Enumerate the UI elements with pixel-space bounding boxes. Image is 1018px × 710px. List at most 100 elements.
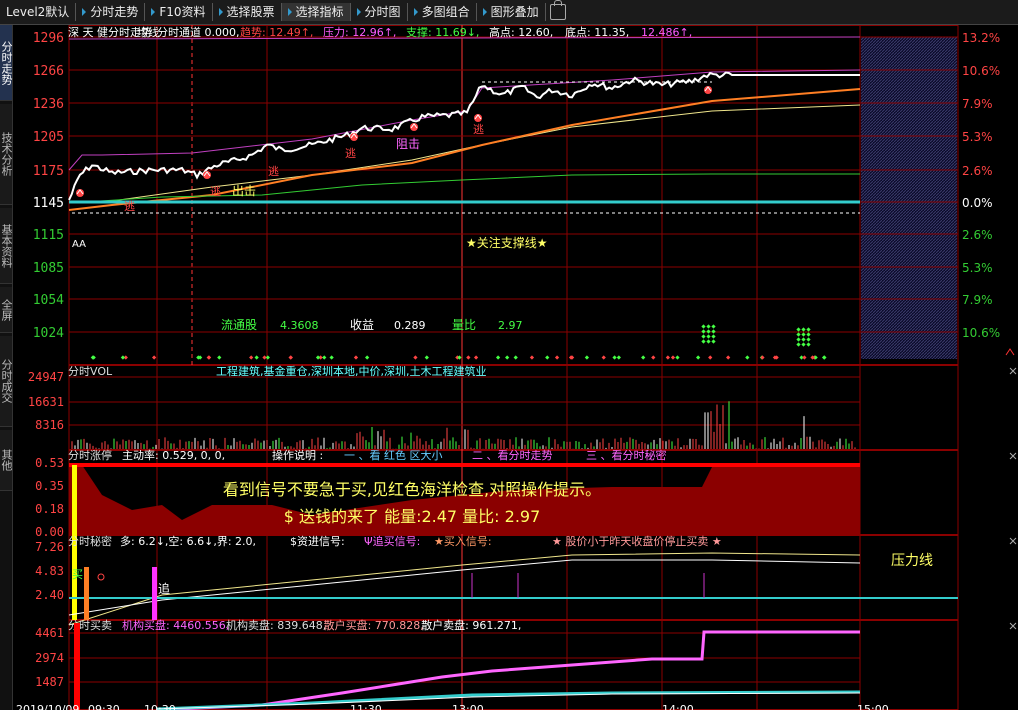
avg-line [68, 104, 861, 204]
marker-diamond-50 [760, 355, 765, 360]
marker-diamond-23 [206, 355, 211, 360]
mimi-title: 分时秘密 [68, 534, 112, 548]
side-tab-4[interactable]: 分时成交 [0, 336, 13, 427]
marker-diamond-47 [641, 355, 646, 360]
marker-diamond-28 [529, 355, 535, 360]
cluster-diamond [796, 342, 801, 347]
vol-tick-2: 8316 [35, 418, 64, 432]
time-tick-2: 11:30 [350, 703, 382, 710]
side-tab-2[interactable]: 基本资料 [0, 208, 13, 284]
marker-diamond-14 [152, 355, 157, 360]
marker-diamond-6 [353, 355, 359, 360]
note-aa: AA [72, 239, 86, 250]
toolbar-button-5[interactable]: 分时图 [351, 3, 408, 21]
right-tick-0: 13.2% [962, 31, 1000, 45]
left-tick-6: 1115 [33, 228, 64, 243]
zt-tick-0: 0.53 [35, 456, 64, 470]
marker-diamond-46 [545, 355, 550, 360]
note-tao-1: 逃 [210, 185, 221, 198]
left-tick-5: 1145 [33, 196, 64, 211]
marker-diamond-41 [120, 355, 126, 360]
toolbar-button-label: 选择股票 [226, 5, 275, 19]
stat-liutong-label: 流通股 [221, 318, 257, 332]
toolbar-button-label: 选择指标 [295, 5, 344, 19]
right-tick-9: 10.6% [962, 326, 1000, 340]
triangle-right-icon [482, 8, 487, 16]
time-tick-5: 15:00 [857, 703, 889, 710]
marker-diamond-20 [802, 355, 807, 360]
close-icon-zt [1009, 452, 1017, 460]
mm-retail-sell [156, 690, 861, 710]
red-signal-bar [74, 623, 80, 710]
mimi-line-2 [68, 559, 861, 616]
mm-part-3: 散户卖盘: 961.271, [421, 618, 521, 632]
marker-diamond-42 [413, 355, 418, 360]
cluster-diamond [701, 324, 706, 329]
toolbar-button-3[interactable]: 选择股票 [213, 3, 282, 21]
left-tick-2: 1236 [33, 97, 64, 112]
marker-diamond-12 [695, 355, 701, 360]
scroll-up-icon [1005, 348, 1015, 356]
support-line [68, 173, 860, 204]
side-tab-5[interactable]: 其他 [0, 430, 13, 491]
marker-diamond-39 [708, 355, 713, 360]
zt-top-bar [69, 463, 860, 467]
toolbar-button-0[interactable]: Level2默认 [0, 3, 77, 21]
right-tick-8: 7.9% [962, 293, 993, 307]
zt-caozuo: 操作说明 : [272, 448, 323, 462]
marker-diamond-51 [265, 355, 270, 360]
left-tick-0: 1296 [33, 31, 64, 46]
mm-tick-2: 1487 [35, 675, 64, 689]
note-tao-0: 逃 [124, 200, 135, 213]
lock-icon[interactable] [549, 0, 566, 20]
marker-diamond-25 [675, 355, 680, 360]
marker-diamond-48 [322, 355, 327, 360]
toolbar-button-4[interactable]: 选择指标 [281, 3, 351, 21]
left-tick-9: 1024 [33, 326, 64, 341]
right-tick-7: 5.3% [962, 261, 993, 275]
marker-diamond-35 [91, 355, 96, 360]
mimi-zhui: Ψ追买信号: [364, 534, 420, 548]
panel-frame-3 [68, 535, 959, 620]
marker-diamond-24 [513, 355, 518, 360]
toolbar-button-label: F10资料 [159, 5, 206, 19]
time-tick-3: 13:00 [452, 703, 484, 710]
mimi-zijin: $资进信号: [290, 535, 345, 548]
cluster-diamond [806, 327, 811, 332]
left-tick-3: 1205 [33, 130, 64, 145]
vol-tick-0: 24947 [28, 370, 64, 384]
triangle-right-icon [151, 8, 156, 16]
price-title-part: 支撑: 11.69↓, [406, 25, 479, 39]
triangle-right-icon [413, 8, 418, 16]
price-title-part: 分时通道 0.000, [157, 25, 239, 39]
toolbar-button-7[interactable]: 图形叠加 [477, 3, 546, 21]
zt-tick-3: 0.00 [35, 525, 64, 539]
marker-diamond-58 [670, 355, 676, 360]
marker-diamond-33 [495, 355, 501, 360]
price-title-part: 底点: 11.35, [565, 25, 629, 39]
cluster-diamond [706, 324, 711, 329]
right-tick-5: 0.0% [962, 196, 993, 210]
mimi-buy: ★买入信号: [434, 535, 492, 548]
marker-diamond-52 [665, 355, 671, 360]
zt-tick-1: 0.35 [35, 479, 64, 493]
mm-part-1: 机构卖盘: 839.648, [226, 618, 326, 632]
left-tick-7: 1085 [33, 261, 64, 276]
toolbar-button-1[interactable]: 分时走势 [76, 3, 146, 21]
marker-diamond-21 [505, 355, 510, 360]
marker-diamond-59 [554, 355, 560, 360]
side-tab-1[interactable]: 技术分析 [0, 104, 13, 205]
orange-signal-bar [84, 567, 89, 620]
right-tick-3: 5.3% [962, 130, 993, 144]
side-tab-3[interactable]: 全屏 [0, 287, 13, 333]
marker-diamond-15 [466, 355, 471, 360]
toolbar-button-6[interactable]: 多图组合 [408, 3, 477, 21]
toolbar-button-2[interactable]: F10资料 [145, 3, 213, 21]
cluster-diamond [711, 334, 716, 339]
mimi-tick-1: 4.83 [35, 564, 64, 578]
triangle-right-icon [82, 8, 87, 16]
side-tab-0[interactable]: 分时走势 [0, 25, 13, 101]
stat-shouyi-label: 收益 [350, 318, 374, 332]
cluster-diamond [706, 334, 711, 339]
note-tao-3: 逃 [345, 147, 356, 160]
